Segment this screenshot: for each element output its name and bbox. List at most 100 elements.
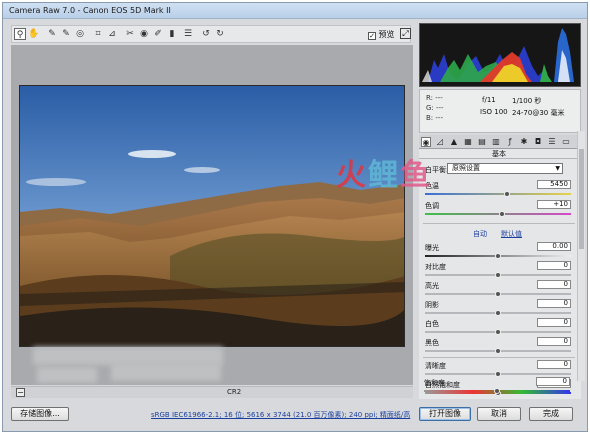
whites-label: 白色 <box>425 320 439 328</box>
shadows-label: 阴影 <box>425 301 439 309</box>
temperature-thumb[interactable] <box>503 191 510 197</box>
r-readout: R: --- <box>426 94 443 102</box>
camera-raw-window: Camera Raw 7.0 - Canon EOS 5D Mark II ⚲ … <box>2 2 588 432</box>
whites-slider[interactable]: 白色 0 <box>425 318 575 338</box>
blacks-value[interactable]: 0 <box>537 337 571 346</box>
blurred-region <box>37 367 97 383</box>
b-readout: B: --- <box>426 114 443 122</box>
blurred-region <box>111 363 221 381</box>
highlights-thumb[interactable] <box>495 291 501 297</box>
window-title: Camera Raw 7.0 - Canon EOS 5D Mark II <box>9 6 171 15</box>
panel-tabs: ◉ ◿ ▲ ▦ ▤ ▥ ƒ ✱ ◘ ☰ ▭ <box>419 135 581 149</box>
zoom-out-button[interactable]: − <box>16 388 25 397</box>
preferences-icon[interactable]: ☰ <box>182 28 194 40</box>
clarity-thumb[interactable] <box>495 371 501 377</box>
tab-camera-calibration-icon[interactable]: ✱ <box>519 137 529 147</box>
camera-readout: R: --- G: --- B: --- f/11 1/100 秒 ISO 10… <box>419 89 581 133</box>
tint-track <box>425 213 571 215</box>
contrast-label: 对比度 <box>425 263 446 271</box>
exposure-thumb[interactable] <box>495 253 501 259</box>
tab-lens-corrections-icon[interactable]: ▥ <box>491 137 501 147</box>
chevron-down-icon: ▼ <box>555 165 560 172</box>
exposure-slider[interactable]: 曝光 0.00 <box>425 242 575 262</box>
whites-value[interactable]: 0 <box>537 318 571 327</box>
preview-label: 预览 <box>378 30 395 39</box>
filename-label: CR2 <box>227 388 242 396</box>
done-button[interactable]: 完成 <box>529 407 573 421</box>
tint-value[interactable]: +10 <box>537 200 571 209</box>
panel-scrollbar[interactable] <box>577 131 585 381</box>
tint-thumb[interactable] <box>499 211 506 217</box>
spot-removal-tool-icon[interactable]: ✂ <box>124 28 136 40</box>
tab-effects-icon[interactable]: ƒ <box>505 137 515 147</box>
divider <box>423 357 575 358</box>
whites-thumb[interactable] <box>495 329 501 335</box>
rotate-cw-icon[interactable]: ↻ <box>214 28 226 40</box>
watermark-char-2: 鲤 <box>368 158 400 193</box>
focal-length-value: 24-70@30 毫米 <box>512 109 565 117</box>
watermark-char-1: 火 <box>336 158 368 193</box>
tint-label: 色调 <box>425 202 439 210</box>
clarity-value[interactable]: 0 <box>537 360 571 369</box>
preview-checkbox[interactable]: ✓ 预览 <box>368 29 395 40</box>
saturation-slider-row[interactable]: 饱和度 0 <box>424 377 574 397</box>
open-image-button[interactable]: 打开图像 <box>419 407 471 421</box>
tab-detail-icon[interactable]: ▲ <box>449 137 459 147</box>
red-eye-tool-icon[interactable]: ◉ <box>138 28 150 40</box>
tab-panel-menu-icon[interactable]: ▭ <box>561 137 571 147</box>
saturation-thumb[interactable] <box>494 388 500 394</box>
image-canvas[interactable] <box>11 45 413 385</box>
white-balance-tool-icon[interactable]: ✎ <box>46 28 58 40</box>
rotate-ccw-icon[interactable]: ↺ <box>200 28 212 40</box>
highlights-label: 高光 <box>425 282 439 290</box>
blacks-thumb[interactable] <box>495 348 501 354</box>
aperture-value: f/11 <box>482 96 496 104</box>
crop-tool-icon[interactable]: ⌗ <box>92 28 104 40</box>
tab-snapshots-icon[interactable]: ☰ <box>547 137 557 147</box>
graduated-filter-icon[interactable]: ▮ <box>166 28 178 40</box>
targeted-adjustment-tool-icon[interactable]: ◎ <box>74 28 86 40</box>
default-button[interactable]: 默认值 <box>501 229 522 239</box>
blacks-slider[interactable]: 黑色 0 <box>425 337 575 357</box>
shadows-slider[interactable]: 阴影 0 <box>425 299 575 319</box>
straighten-tool-icon[interactable]: ⊿ <box>106 28 118 40</box>
right-panel: R: --- G: --- B: --- f/11 1/100 秒 ISO 10… <box>417 21 585 401</box>
saturation-value[interactable]: 0 <box>536 377 570 386</box>
cancel-button[interactable]: 取消 <box>477 407 521 421</box>
divider <box>423 223 575 224</box>
title-bar: Camera Raw 7.0 - Canon EOS 5D Mark II <box>3 3 587 19</box>
clarity-label: 清晰度 <box>425 362 446 370</box>
shadows-thumb[interactable] <box>495 310 501 316</box>
preview-checkbox-box[interactable]: ✓ <box>368 32 376 40</box>
highlights-slider[interactable]: 高光 0 <box>425 280 575 300</box>
white-balance-select[interactable]: 原照设置 ▼ <box>447 163 563 174</box>
exposure-value[interactable]: 0.00 <box>537 242 571 251</box>
tab-tone-curve-icon[interactable]: ◿ <box>435 137 445 147</box>
histogram <box>419 23 581 87</box>
fullscreen-toggle-icon[interactable]: ⤢ <box>400 28 411 39</box>
workflow-options-link[interactable]: sRGB IEC61966-2.1; 16 位; 5616 x 3744 (21… <box>151 410 410 420</box>
temperature-value[interactable]: 5450 <box>537 180 571 189</box>
saturation-label: 饱和度 <box>424 379 445 387</box>
watermark-char-3: 鱼 <box>400 158 432 193</box>
tab-basic-icon[interactable]: ◉ <box>421 137 431 147</box>
landscape-photo <box>20 86 404 346</box>
contrast-thumb[interactable] <box>495 272 501 278</box>
save-image-button[interactable]: 存储图像... <box>11 407 69 421</box>
tab-presets-icon[interactable]: ◘ <box>533 137 543 147</box>
status-bar: − CR2 <box>11 386 413 398</box>
tab-hsl-icon[interactable]: ▦ <box>463 137 473 147</box>
tint-slider[interactable]: 色调 +10 <box>425 200 575 220</box>
zoom-tool-icon[interactable]: ⚲ <box>14 28 26 40</box>
adjustment-brush-icon[interactable]: ✐ <box>152 28 164 40</box>
tab-split-toning-icon[interactable]: ▤ <box>477 137 487 147</box>
highlights-value[interactable]: 0 <box>537 280 571 289</box>
scrollbar-thumb[interactable] <box>579 149 584 249</box>
shadows-value[interactable]: 0 <box>537 299 571 308</box>
contrast-slider[interactable]: 对比度 0 <box>425 261 575 281</box>
g-readout: G: --- <box>426 104 444 112</box>
color-sampler-tool-icon[interactable]: ✎ <box>60 28 72 40</box>
contrast-value[interactable]: 0 <box>537 261 571 270</box>
auto-button[interactable]: 自动 <box>473 229 487 239</box>
hand-tool-icon[interactable]: ✋ <box>28 28 40 40</box>
